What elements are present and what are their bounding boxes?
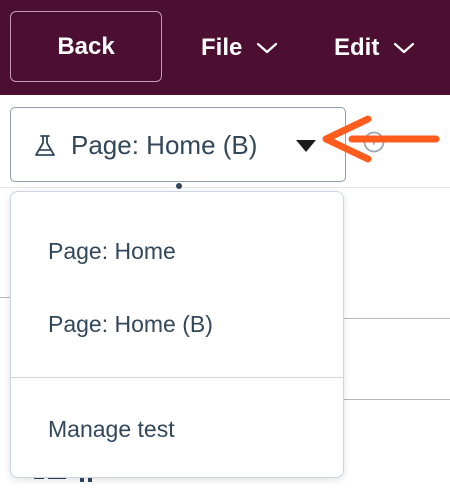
chevron-down-icon [393, 41, 415, 55]
back-button-label: Back [57, 32, 115, 60]
dropdown-item-page-home[interactable]: Page: Home [11, 221, 343, 281]
divider [0, 187, 450, 188]
dropdown-separator [11, 377, 343, 378]
dropdown-item-label: Page: Home (B) [48, 310, 213, 337]
manage-test-item[interactable]: Manage test [11, 399, 343, 459]
edit-menu[interactable]: Edit [334, 28, 415, 68]
caret-down-icon [295, 139, 317, 153]
manage-test-label: Manage test [48, 415, 175, 442]
file-menu[interactable]: File [201, 28, 278, 68]
dropdown-item-page-home-b[interactable]: Page: Home (B) [11, 294, 343, 354]
dropdown-item-label: Page: Home [48, 237, 176, 264]
variant-dropdown-menu: Page: Home Page: Home (B) Manage test [10, 191, 344, 478]
edit-menu-label: Edit [334, 34, 380, 61]
page-variant-select[interactable]: Page: Home (B) [10, 107, 346, 182]
divider [342, 399, 450, 400]
annotation-arrow-icon [318, 113, 446, 167]
top-toolbar: Back File Edit [0, 0, 450, 95]
file-menu-label: File [201, 34, 243, 61]
resize-handle [176, 183, 182, 189]
selected-variant-label: Page: Home (B) [71, 130, 258, 160]
divider [342, 318, 450, 319]
flask-icon [32, 133, 58, 159]
back-button[interactable]: Back [10, 11, 162, 82]
chevron-down-icon [256, 41, 278, 55]
